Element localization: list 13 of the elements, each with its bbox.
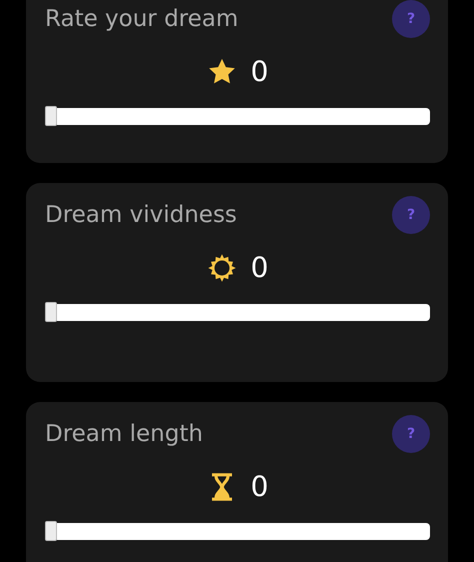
help-button[interactable]: ? [392, 196, 430, 234]
card-title: Dream vividness [45, 202, 237, 228]
card-title: Rate your dream [45, 6, 238, 32]
rating-value: 0 [250, 470, 268, 503]
slider-thumb[interactable] [45, 302, 57, 322]
slider-thumb[interactable] [45, 521, 57, 541]
card-title: Dream length [45, 421, 203, 447]
rating-value: 0 [250, 251, 268, 284]
sun-icon [206, 252, 237, 282]
help-button[interactable]: ? [392, 415, 430, 453]
help-button[interactable]: ? [392, 0, 430, 38]
rating-value: 0 [250, 55, 268, 88]
slider-thumb[interactable] [45, 106, 57, 126]
